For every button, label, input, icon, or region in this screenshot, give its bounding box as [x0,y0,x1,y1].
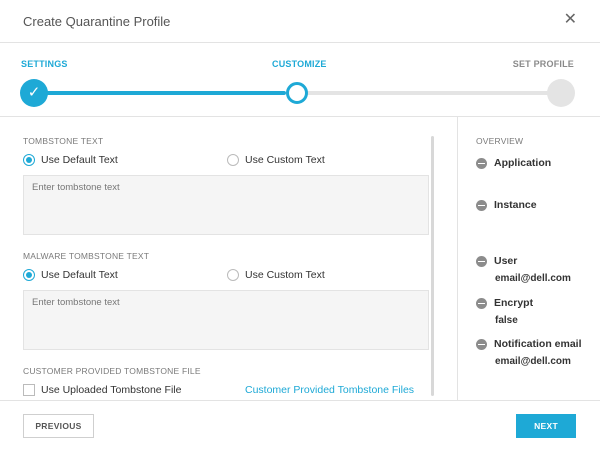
close-icon[interactable]: ✕ [564,11,577,29]
stepper-progress-complete [33,91,286,95]
malware-custom-option[interactable]: Use Custom Text [227,268,325,282]
malware-tombstone-heading: MALWARE TOMBSTONE TEXT [23,251,150,261]
overview-value: email@dell.com [495,356,571,367]
overview-label: Notification email [494,338,582,350]
radio-checked[interactable] [23,269,35,281]
overview-item-user: User email@dell.com [476,255,571,284]
divider [0,400,600,401]
tombstone-heading: TOMBSTONE TEXT [23,136,104,146]
radio-label: Use Default Text [41,269,118,281]
overview-value: email@dell.com [495,273,571,284]
minus-circle-icon [476,157,487,169]
radio-label: Use Custom Text [245,269,325,281]
tombstone-default-option[interactable]: Use Default Text [23,153,118,167]
radio-label: Use Default Text [41,154,118,166]
overview-value: false [495,315,518,326]
radio-unchecked[interactable] [227,154,239,166]
minus-circle-icon [476,338,487,350]
minus-circle-icon [476,199,487,211]
checkbox-label: Use Uploaded Tombstone File [41,384,182,396]
stepper-progress-pending [300,91,550,95]
dialog-title: Create Quarantine Profile [23,14,171,29]
step-label-settings: SETTINGS [21,59,68,69]
step-label-set-profile: SET PROFILE [512,59,574,69]
tombstone-custom-option[interactable]: Use Custom Text [227,153,325,167]
customer-file-heading: CUSTOMER PROVIDED TOMBSTONE FILE [23,366,201,376]
malware-default-option[interactable]: Use Default Text [23,268,118,282]
use-uploaded-file-option[interactable]: Use Uploaded Tombstone File [23,384,181,396]
overview-label: Instance [494,199,537,211]
radio-checked[interactable] [23,154,35,166]
overview-divider [457,117,458,400]
malware-tombstone-text-input[interactable] [23,290,429,350]
step-customize-dot [286,82,308,104]
minus-circle-icon [476,297,487,309]
overview-label: Application [494,157,552,169]
overview-item-notification-email: Notification email email@dell.com [476,338,582,367]
tombstone-text-input[interactable] [23,175,429,235]
customer-files-link[interactable]: Customer Provided Tombstone Files [245,384,414,396]
scrollbar[interactable] [431,136,434,396]
previous-button[interactable]: PREVIOUS [23,414,94,438]
minus-circle-icon [476,255,487,267]
overview-label: Encrypt [494,297,534,309]
radio-label: Use Custom Text [245,154,325,166]
step-settings-checkmark-icon: ✓ [20,79,48,107]
radio-unchecked[interactable] [227,269,239,281]
dialog-header: Create Quarantine Profile ✕ [0,0,600,43]
overview-item-application: Application [476,157,551,169]
overview-item-encrypt: Encrypt false [476,297,533,326]
step-label-customize: CUSTOMIZE [272,59,327,69]
step-set-profile-dot [547,79,575,107]
next-button[interactable]: NEXT [516,414,576,438]
overview-label: User [494,255,518,267]
divider [0,116,600,117]
checkbox[interactable] [23,384,35,396]
overview-heading: OVERVIEW [476,136,524,146]
overview-item-instance: Instance [476,199,537,211]
